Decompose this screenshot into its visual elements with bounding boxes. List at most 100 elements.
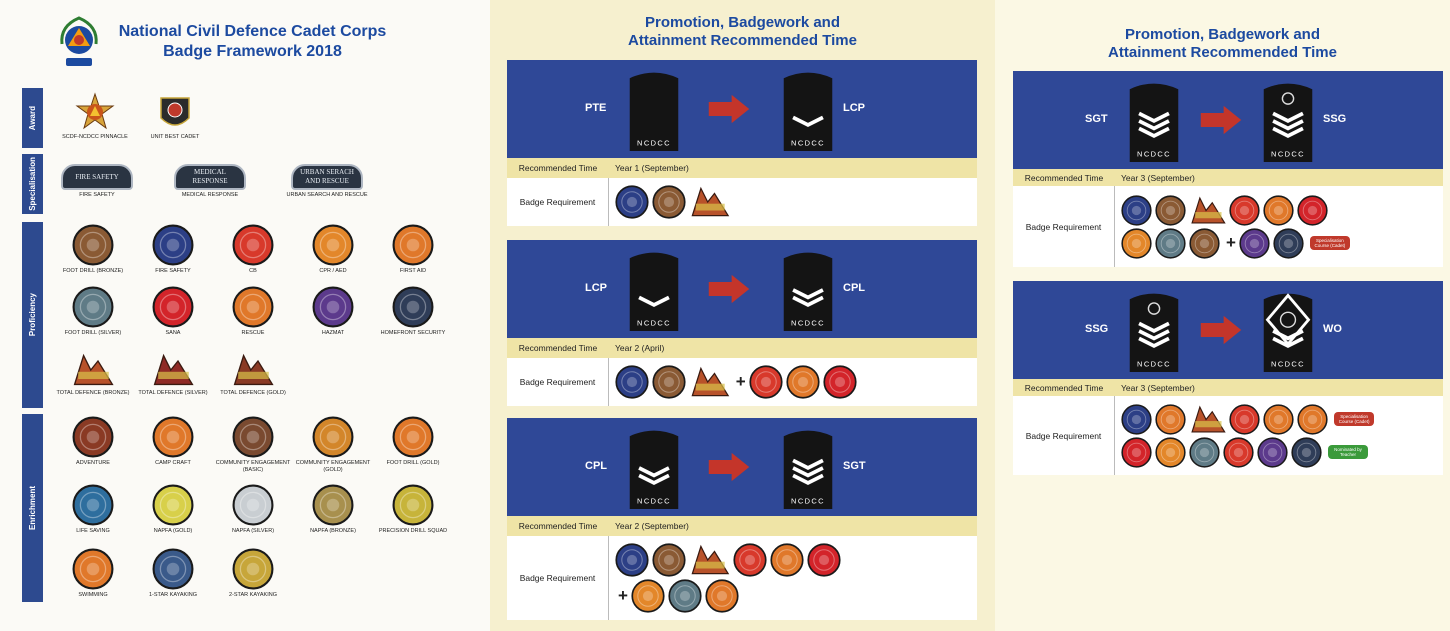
badge-requirement-row: Badge Requirement + Specialisation Cours…: [1013, 186, 1443, 267]
badge-label: MEDICAL RESPONSE: [181, 192, 239, 198]
proficiency-badge: FOOT DRILL (BRONZE): [48, 224, 138, 275]
award-badge-icon: [160, 97, 190, 126]
plus-icon: +: [735, 372, 746, 391]
promotion-block: SSG NCDCC NCDCC WO Recommended Time Year 3 (S…: [1013, 281, 1443, 475]
badge-label: ADVENTURE: [76, 460, 110, 466]
badge-requirement-label: Badge Requirement: [507, 536, 609, 620]
svg-text:NCDCC: NCDCC: [1271, 149, 1305, 158]
rank-to-label: SSG: [1323, 113, 1347, 125]
required-badge-icon: [1239, 227, 1270, 259]
svg-text:NCDCC: NCDCC: [1271, 359, 1305, 368]
promotion-block: CPL NCDCC NCDCC SGT Recommended Time Year 2 (…: [507, 418, 977, 620]
promotion-title-2-line2: Attainment Recommended Time: [1108, 44, 1337, 61]
specialisation-course-note: Specialisation Course (Cadet): [1334, 412, 1375, 426]
badge-label: FOOT DRILL (GOLD): [386, 460, 440, 466]
proficiency-badge-icon: [232, 224, 274, 266]
promotion-title-line1: Promotion, Badgework and: [644, 14, 840, 31]
badge-label: TOTAL DEFENCE (BRONZE): [56, 390, 130, 396]
badge-label: TOTAL DEFENCE (SILVER): [138, 390, 208, 396]
rank-from-label: SGT: [1085, 113, 1108, 125]
required-badge-icon: [1229, 194, 1260, 226]
rank-from-label: CPL: [585, 460, 607, 472]
promotion-arrow-icon: [708, 274, 750, 304]
badge-requirement-label: Badge Requirement: [1013, 396, 1115, 475]
svg-text:NCDCC: NCDCC: [637, 318, 671, 327]
svg-text:NCDCC: NCDCC: [791, 496, 825, 505]
badge-label: FIRST AID: [399, 268, 427, 274]
required-badge-icon: [1121, 436, 1152, 468]
badge-label: HOMEFRONT SECURITY: [380, 330, 446, 336]
badge-label: LIFE SAVING: [76, 528, 110, 534]
recommended-time-value: Year 3 (September): [1115, 169, 1443, 186]
recommended-time-value: Year 2 (April): [609, 338, 977, 358]
proficiency-badge-icon: [392, 224, 434, 266]
required-badge-icon: [807, 543, 841, 577]
required-badge-icon: [1191, 405, 1226, 432]
enrichment-badge: NAPFA (BRONZE): [288, 484, 378, 535]
badge-requirement-row: Badge Requirement Specialisation Course …: [1013, 396, 1443, 475]
rank-to-label: CPL: [843, 282, 865, 294]
badge-label: FIRE SAFETY: [155, 268, 191, 274]
badge-requirement-row: Badge Requirement: [507, 178, 977, 226]
required-badge-icon: [1297, 403, 1328, 435]
required-badge-icon: [1121, 194, 1152, 226]
promotion-title-line2: Attainment Recommended Time: [628, 32, 857, 49]
enrichment-badge: FOOT DRILL (GOLD): [368, 416, 458, 467]
promotion-arrow-icon: [1200, 315, 1242, 345]
badge-requirement-label: Badge Requirement: [1013, 186, 1115, 267]
proficiency-badge: TOTAL DEFENCE (GOLD): [208, 352, 298, 397]
promotion-page-1: Promotion, Badgework and Attainment Reco…: [490, 0, 995, 631]
proficiency-badge-icon: [152, 286, 194, 328]
promotion-page-2: Promotion, Badgework and Attainment Reco…: [995, 0, 1450, 631]
proficiency-badge-icon: [232, 286, 274, 328]
promotion-block: PTE NCDCC NCDCC LCP Recommended Time Year 1 (…: [507, 60, 977, 226]
section-tab-specialisation: Specialisation: [22, 154, 43, 214]
proficiency-badge: FIRE SAFETY: [128, 224, 218, 275]
required-badge-icon: [1189, 436, 1220, 468]
svg-text:NCDCC: NCDCC: [1137, 359, 1171, 368]
epaulette-to-icon: NCDCC: [783, 430, 833, 509]
proficiency-badge: FOOT DRILL (SILVER): [48, 286, 138, 337]
required-badge-icon: [1121, 227, 1152, 259]
promotion-header: SGT NCDCC NCDCC SSG: [1013, 71, 1443, 169]
award-badge: UNIT BEST CADET: [130, 92, 220, 141]
promotion-header: PTE NCDCC NCDCC LCP: [507, 60, 977, 158]
proficiency-badge: TOTAL DEFENCE (BRONZE): [48, 352, 138, 397]
required-badge-icon: [786, 365, 820, 399]
enrichment-badge-icon: [232, 548, 274, 590]
badge-label: NAPFA (SILVER): [231, 528, 275, 534]
badge-requirement-label: Badge Requirement: [507, 358, 609, 406]
section-tab-proficiency: Proficiency: [22, 222, 43, 408]
badge-requirement-row: Badge Requirement +: [507, 358, 977, 406]
badge-label: SWIMMING: [78, 592, 108, 598]
required-badge-icon: [615, 543, 649, 577]
badge-label: TOTAL DEFENCE (GOLD): [220, 390, 286, 396]
epaulette-from-icon: NCDCC: [629, 430, 679, 509]
promotion-header: LCP NCDCC NCDCC CPL: [507, 240, 977, 338]
proficiency-badge: CB: [208, 224, 298, 275]
required-badge-icon: [691, 544, 730, 575]
required-badge-icon: [652, 185, 686, 219]
enrichment-badge: CAMP CRAFT: [128, 416, 218, 467]
required-badge-icon: [823, 365, 857, 399]
required-badge-icon: [1257, 436, 1288, 468]
promotion-block: SGT NCDCC NCDCC SSG Recommended Time Year 3 (…: [1013, 71, 1443, 267]
section-tab-award: Award: [22, 88, 43, 148]
required-badge-icon: [1229, 403, 1260, 435]
proficiency-badge-icon: [312, 224, 354, 266]
recommended-time-value: Year 3 (September): [1115, 379, 1443, 396]
required-badge-icon: [1297, 194, 1328, 226]
required-badge-icon: [691, 186, 730, 217]
svg-text:NCDCC: NCDCC: [637, 138, 671, 147]
enrichment-badge-icon: [72, 484, 114, 526]
badge-label: URBAN SEARCH AND RESCUE: [286, 192, 368, 198]
proficiency-badge: SANA: [128, 286, 218, 337]
enrichment-badge-icon: [152, 416, 194, 458]
specialisation-tab-badge: URBAN SERACH AND RESCUE: [291, 164, 363, 190]
badge-label: PRECISION DRILL SQUAD: [378, 528, 448, 534]
required-badge-icon: [733, 543, 767, 577]
badge-requirement-list: [609, 178, 977, 226]
section-tab-enrichment: Enrichment: [22, 414, 43, 602]
promotion-block: LCP NCDCC NCDCC CPL Recommended Time Year 2 (…: [507, 240, 977, 406]
badge-requirement-list: +: [609, 536, 977, 620]
